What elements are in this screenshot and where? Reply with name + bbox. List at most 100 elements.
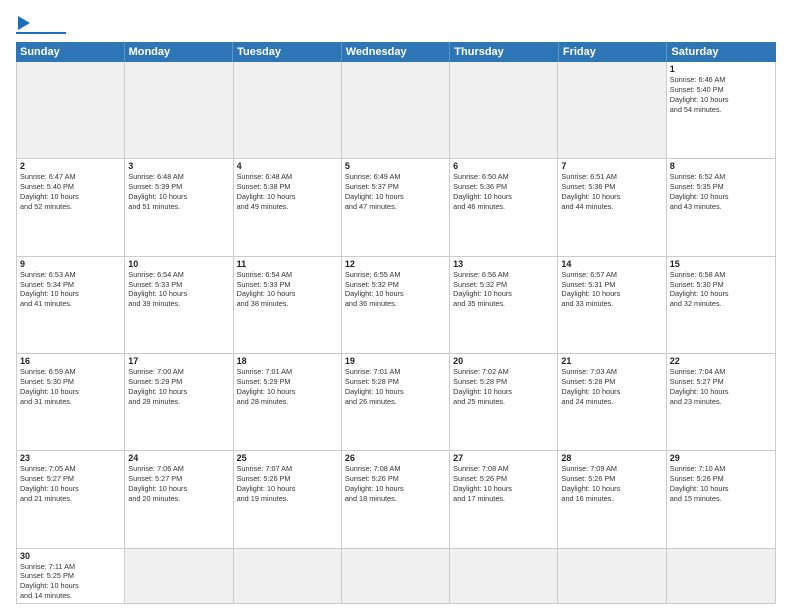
day-info: Sunrise: 7:00 AM Sunset: 5:29 PM Dayligh… (128, 367, 229, 406)
day-cell-26: 26Sunrise: 7:08 AM Sunset: 5:26 PM Dayli… (342, 451, 450, 547)
day-info: Sunrise: 6:50 AM Sunset: 5:36 PM Dayligh… (453, 172, 554, 211)
day-number: 9 (20, 259, 121, 269)
empty-cell-5-3 (342, 549, 450, 603)
day-number: 25 (237, 453, 338, 463)
day-cell-18: 18Sunrise: 7:01 AM Sunset: 5:29 PM Dayli… (234, 354, 342, 450)
day-cell-20: 20Sunrise: 7:02 AM Sunset: 5:28 PM Dayli… (450, 354, 558, 450)
day-cell-21: 21Sunrise: 7:03 AM Sunset: 5:28 PM Dayli… (558, 354, 666, 450)
day-info: Sunrise: 6:58 AM Sunset: 5:30 PM Dayligh… (670, 270, 772, 309)
empty-cell-0-0 (17, 62, 125, 158)
day-info: Sunrise: 6:48 AM Sunset: 5:39 PM Dayligh… (128, 172, 229, 211)
day-number: 12 (345, 259, 446, 269)
day-number: 15 (670, 259, 772, 269)
day-number: 20 (453, 356, 554, 366)
logo (16, 12, 66, 34)
day-info: Sunrise: 6:52 AM Sunset: 5:35 PM Dayligh… (670, 172, 772, 211)
day-cell-9: 9Sunrise: 6:53 AM Sunset: 5:34 PM Daylig… (17, 257, 125, 353)
day-number: 2 (20, 161, 121, 171)
day-info: Sunrise: 7:03 AM Sunset: 5:28 PM Dayligh… (561, 367, 662, 406)
day-cell-28: 28Sunrise: 7:09 AM Sunset: 5:26 PM Dayli… (558, 451, 666, 547)
day-cell-17: 17Sunrise: 7:00 AM Sunset: 5:29 PM Dayli… (125, 354, 233, 450)
day-cell-30: 30Sunrise: 7:11 AM Sunset: 5:25 PM Dayli… (17, 549, 125, 603)
day-number: 5 (345, 161, 446, 171)
day-cell-13: 13Sunrise: 6:56 AM Sunset: 5:32 PM Dayli… (450, 257, 558, 353)
day-cell-6: 6Sunrise: 6:50 AM Sunset: 5:36 PM Daylig… (450, 159, 558, 255)
weekday-header-friday: Friday (559, 42, 668, 62)
day-number: 24 (128, 453, 229, 463)
day-cell-15: 15Sunrise: 6:58 AM Sunset: 5:30 PM Dayli… (667, 257, 775, 353)
empty-cell-5-5 (558, 549, 666, 603)
day-info: Sunrise: 7:11 AM Sunset: 5:25 PM Dayligh… (20, 562, 121, 601)
day-number: 28 (561, 453, 662, 463)
empty-cell-0-1 (125, 62, 233, 158)
day-info: Sunrise: 6:54 AM Sunset: 5:33 PM Dayligh… (237, 270, 338, 309)
day-info: Sunrise: 6:56 AM Sunset: 5:32 PM Dayligh… (453, 270, 554, 309)
day-cell-3: 3Sunrise: 6:48 AM Sunset: 5:39 PM Daylig… (125, 159, 233, 255)
day-info: Sunrise: 7:08 AM Sunset: 5:26 PM Dayligh… (345, 464, 446, 503)
day-number: 11 (237, 259, 338, 269)
day-cell-5: 5Sunrise: 6:49 AM Sunset: 5:37 PM Daylig… (342, 159, 450, 255)
day-info: Sunrise: 6:48 AM Sunset: 5:38 PM Dayligh… (237, 172, 338, 211)
day-info: Sunrise: 7:06 AM Sunset: 5:27 PM Dayligh… (128, 464, 229, 503)
day-cell-8: 8Sunrise: 6:52 AM Sunset: 5:35 PM Daylig… (667, 159, 775, 255)
empty-cell-0-3 (342, 62, 450, 158)
header (16, 12, 776, 34)
day-info: Sunrise: 7:05 AM Sunset: 5:27 PM Dayligh… (20, 464, 121, 503)
day-cell-14: 14Sunrise: 6:57 AM Sunset: 5:31 PM Dayli… (558, 257, 666, 353)
weekday-header-saturday: Saturday (667, 42, 776, 62)
empty-cell-5-2 (234, 549, 342, 603)
weekday-header-wednesday: Wednesday (342, 42, 451, 62)
logo-line (16, 32, 66, 34)
day-number: 3 (128, 161, 229, 171)
day-cell-22: 22Sunrise: 7:04 AM Sunset: 5:27 PM Dayli… (667, 354, 775, 450)
day-info: Sunrise: 6:49 AM Sunset: 5:37 PM Dayligh… (345, 172, 446, 211)
day-number: 30 (20, 551, 121, 561)
calendar-row-5: 30Sunrise: 7:11 AM Sunset: 5:25 PM Dayli… (17, 549, 775, 603)
day-cell-12: 12Sunrise: 6:55 AM Sunset: 5:32 PM Dayli… (342, 257, 450, 353)
day-info: Sunrise: 6:47 AM Sunset: 5:40 PM Dayligh… (20, 172, 121, 211)
day-info: Sunrise: 7:07 AM Sunset: 5:26 PM Dayligh… (237, 464, 338, 503)
weekday-header-sunday: Sunday (16, 42, 125, 62)
day-number: 8 (670, 161, 772, 171)
day-info: Sunrise: 7:01 AM Sunset: 5:28 PM Dayligh… (345, 367, 446, 406)
day-number: 29 (670, 453, 772, 463)
day-info: Sunrise: 6:59 AM Sunset: 5:30 PM Dayligh… (20, 367, 121, 406)
day-info: Sunrise: 7:10 AM Sunset: 5:26 PM Dayligh… (670, 464, 772, 503)
empty-cell-5-6 (667, 549, 775, 603)
empty-cell-0-5 (558, 62, 666, 158)
day-cell-27: 27Sunrise: 7:08 AM Sunset: 5:26 PM Dayli… (450, 451, 558, 547)
day-number: 7 (561, 161, 662, 171)
calendar-row-4: 23Sunrise: 7:05 AM Sunset: 5:27 PM Dayli… (17, 451, 775, 548)
day-cell-2: 2Sunrise: 6:47 AM Sunset: 5:40 PM Daylig… (17, 159, 125, 255)
day-number: 23 (20, 453, 121, 463)
day-number: 13 (453, 259, 554, 269)
calendar-row-3: 16Sunrise: 6:59 AM Sunset: 5:30 PM Dayli… (17, 354, 775, 451)
calendar: SundayMondayTuesdayWednesdayThursdayFrid… (16, 42, 776, 604)
logo-triangle-icon (18, 16, 30, 30)
day-number: 1 (670, 64, 772, 74)
day-cell-11: 11Sunrise: 6:54 AM Sunset: 5:33 PM Dayli… (234, 257, 342, 353)
weekday-header-thursday: Thursday (450, 42, 559, 62)
calendar-row-0: 1Sunrise: 6:46 AM Sunset: 5:40 PM Daylig… (17, 62, 775, 159)
day-info: Sunrise: 7:04 AM Sunset: 5:27 PM Dayligh… (670, 367, 772, 406)
day-number: 27 (453, 453, 554, 463)
calendar-row-2: 9Sunrise: 6:53 AM Sunset: 5:34 PM Daylig… (17, 257, 775, 354)
day-cell-7: 7Sunrise: 6:51 AM Sunset: 5:36 PM Daylig… (558, 159, 666, 255)
day-number: 26 (345, 453, 446, 463)
day-number: 6 (453, 161, 554, 171)
day-number: 17 (128, 356, 229, 366)
empty-cell-5-4 (450, 549, 558, 603)
page: SundayMondayTuesdayWednesdayThursdayFrid… (0, 0, 792, 612)
day-cell-19: 19Sunrise: 7:01 AM Sunset: 5:28 PM Dayli… (342, 354, 450, 450)
calendar-row-1: 2Sunrise: 6:47 AM Sunset: 5:40 PM Daylig… (17, 159, 775, 256)
day-info: Sunrise: 7:02 AM Sunset: 5:28 PM Dayligh… (453, 367, 554, 406)
day-info: Sunrise: 6:55 AM Sunset: 5:32 PM Dayligh… (345, 270, 446, 309)
day-info: Sunrise: 7:09 AM Sunset: 5:26 PM Dayligh… (561, 464, 662, 503)
day-number: 4 (237, 161, 338, 171)
empty-cell-5-1 (125, 549, 233, 603)
day-cell-25: 25Sunrise: 7:07 AM Sunset: 5:26 PM Dayli… (234, 451, 342, 547)
day-number: 21 (561, 356, 662, 366)
day-info: Sunrise: 6:54 AM Sunset: 5:33 PM Dayligh… (128, 270, 229, 309)
calendar-body: 1Sunrise: 6:46 AM Sunset: 5:40 PM Daylig… (16, 62, 776, 604)
day-number: 10 (128, 259, 229, 269)
